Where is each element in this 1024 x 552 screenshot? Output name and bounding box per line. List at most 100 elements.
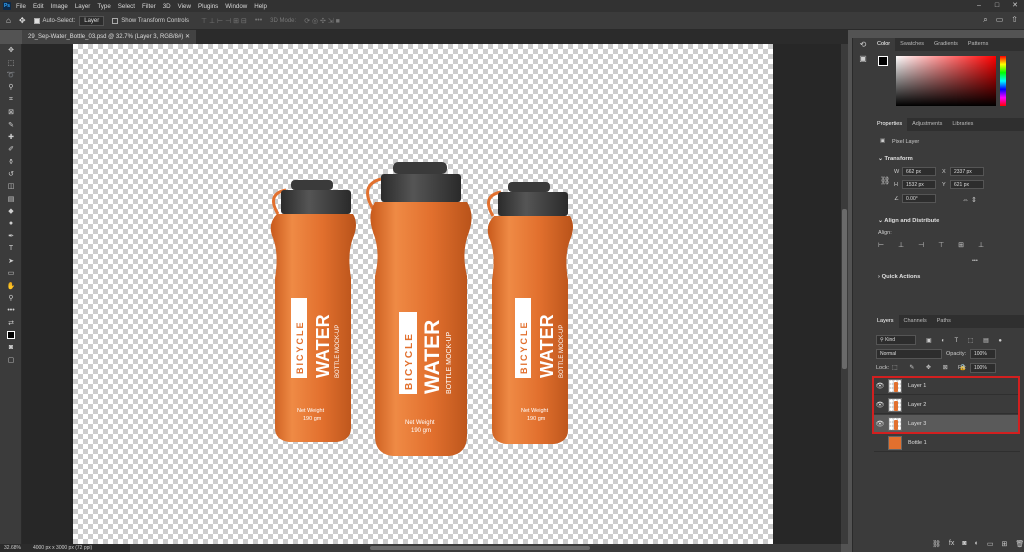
trash-icon[interactable]: 🗑 <box>1015 540 1024 548</box>
foreground-color-swatch[interactable] <box>878 56 888 66</box>
mask-icon[interactable]: ◙ <box>962 540 966 548</box>
blur-tool-icon[interactable]: ◆ <box>0 205 22 217</box>
marquee-tool-icon[interactable]: ⬚ <box>0 56 22 68</box>
brush-tool-icon[interactable]: ✐ <box>0 143 22 155</box>
dodge-tool-icon[interactable]: ● <box>0 217 22 229</box>
move-icon[interactable]: ✥ <box>19 16 26 25</box>
new-layer-icon[interactable]: ⊞ <box>1001 540 1007 548</box>
tab-adjustments[interactable]: Adjustments <box>907 118 947 131</box>
search-icon[interactable]: ⌕ <box>983 15 987 25</box>
menu-3d[interactable]: 3D <box>163 3 171 10</box>
share-icon[interactable]: ⇧ <box>1011 15 1018 25</box>
menu-image[interactable]: Image <box>51 3 68 10</box>
horizontal-scrollbar[interactable] <box>130 544 841 552</box>
healing-tool-icon[interactable]: ✚ <box>0 131 22 143</box>
blend-mode-dropdown[interactable]: Normal <box>876 349 942 359</box>
eye-icon[interactable]: 👁 <box>874 420 886 428</box>
width-field[interactable]: 662 px <box>902 167 936 176</box>
horizontal-scroll-thumb[interactable] <box>370 546 590 550</box>
zoom-tool-icon[interactable]: ⚲ <box>0 292 22 304</box>
menu-help[interactable]: Help <box>254 3 267 10</box>
align-icons[interactable]: ⊤ ⊥ ⊢ ⊣ ⊞ ⊟ <box>201 17 247 25</box>
tab-channels[interactable]: Channels <box>899 315 932 328</box>
move-tool-icon[interactable]: ✥ <box>0 44 22 56</box>
layer-row-4[interactable]: Bottle 1 <box>874 434 1020 452</box>
home-icon[interactable]: ⌂ <box>6 16 11 25</box>
frame-tool-icon[interactable]: ⊠ <box>0 106 22 118</box>
auto-select-dropdown[interactable]: Layer <box>79 15 105 26</box>
link-icon[interactable]: ⛓ <box>880 176 890 185</box>
menu-select[interactable]: Select <box>118 3 135 10</box>
layer-filter-icons[interactable]: ▣ ◐ T ⬚ ▤ ● <box>926 337 1006 344</box>
shape-tool-icon[interactable]: ▭ <box>0 267 22 279</box>
group-icon[interactable]: ▭ <box>987 540 994 548</box>
tab-properties[interactable]: Properties <box>872 118 908 131</box>
fill-field[interactable]: 100% <box>970 363 996 373</box>
opacity-field[interactable]: 100% <box>970 349 996 359</box>
flip-icons[interactable]: ⇔ ⇕ <box>962 196 977 204</box>
transform-controls-checkbox[interactable] <box>112 17 119 24</box>
hue-slider[interactable] <box>1000 56 1006 106</box>
auto-select-checkbox[interactable] <box>33 17 40 24</box>
tab-gradients[interactable]: Gradients <box>929 38 963 51</box>
type-tool-icon[interactable]: T <box>0 242 22 254</box>
layer-row-3-selected[interactable]: 👁 Layer 3 <box>874 415 1020 433</box>
document-canvas[interactable]: BICYCLE WATER BOTTLE MOCK-UP Net Weight … <box>73 44 773 544</box>
maximize-button[interactable]: □ <box>988 0 1006 12</box>
3d-tools-icons[interactable]: ⟳ ◎ ✣ ⇲ ■ <box>304 17 340 25</box>
more-icon[interactable]: ••• <box>255 17 262 24</box>
workspace-icon[interactable]: ▭ <box>996 15 1004 25</box>
layer-row-1[interactable]: 👁 Layer 1 <box>874 377 1020 395</box>
history-panel-icon[interactable]: ⟲ <box>853 38 873 52</box>
pen-tool-icon[interactable]: ✒ <box>0 230 22 242</box>
close-tab-icon[interactable]: ✕ <box>185 34 190 40</box>
tab-color[interactable]: Color <box>872 38 896 51</box>
link-layers-icon[interactable]: ⛓ <box>932 540 941 548</box>
adjustment-icon[interactable]: ◐ <box>975 540 979 548</box>
eye-icon[interactable]: 👁 <box>874 401 886 409</box>
crop-tool-icon[interactable]: ⌗ <box>0 94 22 106</box>
quick-mask-icon[interactable]: ◙ <box>0 341 22 353</box>
swap-colors-icon[interactable]: ⇄ <box>0 317 22 329</box>
chevron-right-icon[interactable]: › <box>878 274 880 280</box>
menu-plugins[interactable]: Plugins <box>198 3 218 10</box>
close-button[interactable]: ✕ <box>1006 0 1024 12</box>
color-picker-field[interactable] <box>896 56 996 106</box>
menu-type[interactable]: Type <box>97 3 110 10</box>
layer-filter-kind[interactable]: ⚲ Kind <box>876 335 916 345</box>
align-buttons[interactable]: ⊢ ⊥ ⊣ ⊤ ⊞ ⊥ <box>878 241 990 249</box>
menu-edit[interactable]: Edit <box>33 3 44 10</box>
document-tab[interactable]: 29_Sep-Water_Bottle_03.psd @ 32.7% (Laye… <box>22 30 196 44</box>
zoom-level[interactable]: 32.68% <box>4 545 21 551</box>
screen-mode-icon[interactable]: ▢ <box>0 354 22 366</box>
history-brush-icon[interactable]: ↺ <box>0 168 22 180</box>
layer-row-2[interactable]: 👁 Layer 2 <box>874 396 1020 414</box>
quick-select-tool-icon[interactable]: ⚲ <box>0 81 22 93</box>
chevron-down-icon[interactable]: ⌄ <box>878 156 883 162</box>
vertical-scrollbar[interactable] <box>841 44 848 544</box>
menu-filter[interactable]: Filter <box>142 3 156 10</box>
angle-field[interactable]: 0.00° <box>902 194 936 203</box>
y-field[interactable]: 621 px <box>950 180 984 189</box>
lasso-tool-icon[interactable]: ➰ <box>0 69 22 81</box>
menu-view[interactable]: View <box>178 3 191 10</box>
menu-file[interactable]: File <box>16 3 26 10</box>
more-tools-icon[interactable]: ••• <box>0 304 22 316</box>
gradient-tool-icon[interactable]: ▤ <box>0 193 22 205</box>
chevron-down-icon-2[interactable]: ⌄ <box>878 218 883 224</box>
eye-icon[interactable]: 👁 <box>874 382 886 390</box>
tab-swatches[interactable]: Swatches <box>895 38 929 51</box>
vertical-scroll-thumb[interactable] <box>842 209 847 369</box>
eyedropper-tool-icon[interactable]: ✎ <box>0 118 22 130</box>
path-select-tool-icon[interactable]: ➤ <box>0 255 22 267</box>
tab-paths[interactable]: Paths <box>932 315 956 328</box>
eraser-tool-icon[interactable]: ◫ <box>0 180 22 192</box>
more-options-icon[interactable]: ••• <box>972 258 978 264</box>
menu-window[interactable]: Window <box>225 3 247 10</box>
menu-layer[interactable]: Layer <box>75 3 90 10</box>
height-field[interactable]: 1532 px <box>902 180 936 189</box>
tab-patterns[interactable]: Patterns <box>963 38 993 51</box>
minimize-button[interactable]: – <box>970 0 988 12</box>
color-swatches-icon[interactable] <box>0 329 22 341</box>
fx-icon[interactable]: fx <box>949 540 954 548</box>
